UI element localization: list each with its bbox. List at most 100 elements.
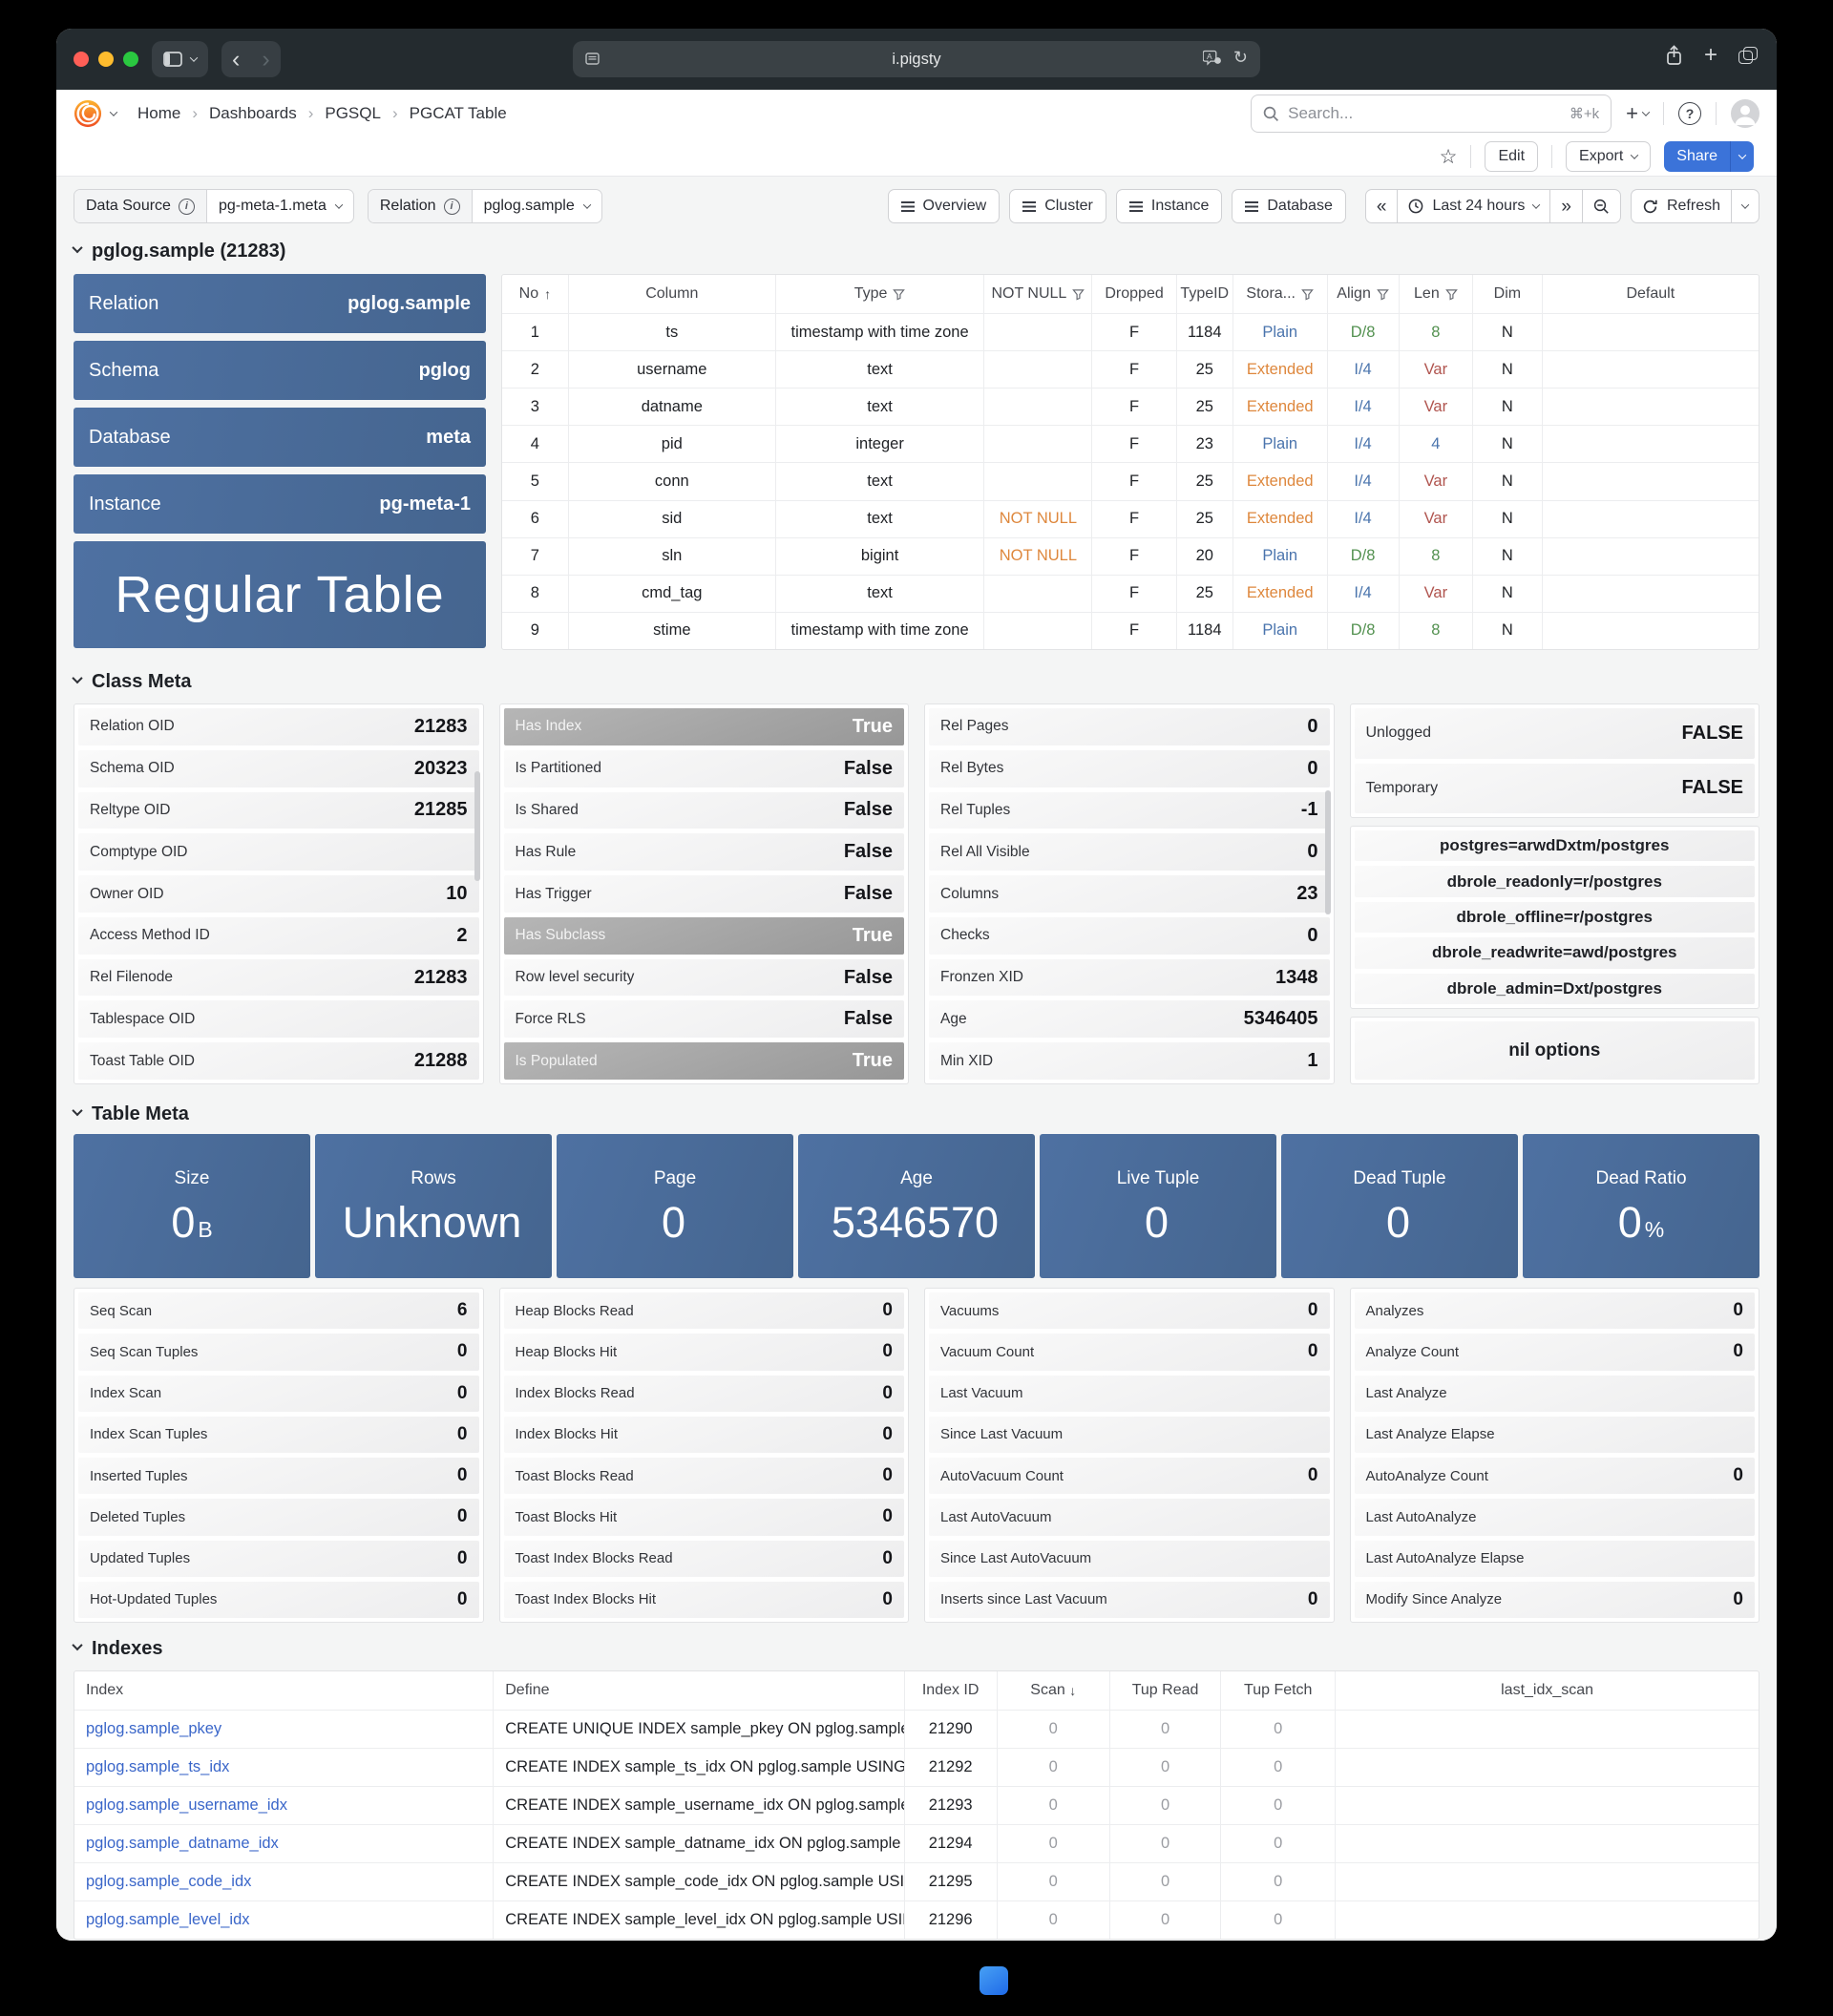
indexid-col-header[interactable]: Index ID [905,1671,998,1710]
acl-panel: postgres=arwdDxtm/postgresdbrole_readonl… [1350,826,1760,1009]
define-col-header[interactable]: Define [494,1671,904,1710]
filter-icon[interactable] [1301,288,1314,301]
section-class-meta[interactable]: Class Meta [74,667,1759,696]
time-shift-back-button[interactable]: « [1366,190,1399,222]
breadcrumb-item[interactable]: PGCAT Table [381,104,507,123]
stat-row: Heap Blocks Read0 [504,1292,905,1329]
index-link[interactable]: pglog.sample_pkey [74,1711,494,1748]
star-icon[interactable]: ☆ [1440,147,1458,167]
chevron-down-icon[interactable] [110,108,117,116]
dashboard-link-button[interactable]: Instance [1116,189,1222,223]
nav-buttons: ‹ › [221,41,281,77]
column-header-notnull[interactable]: NOT NULL [984,275,1092,313]
index-link[interactable]: pglog.sample_datname_idx [74,1825,494,1862]
zoom-window-button[interactable] [123,52,138,67]
index-link[interactable]: pglog.sample_code_idx [74,1863,494,1900]
column-header-type[interactable]: Type [776,275,984,313]
column-header-align[interactable]: Align [1328,275,1400,313]
dashboard-link-button[interactable]: Overview [888,189,1001,223]
tab-overview-icon[interactable] [1738,47,1758,64]
options-value: nil options [1355,1021,1756,1080]
stat-row: Inserts since Last Vacuum0 [929,1582,1330,1618]
export-button[interactable]: Export [1566,141,1651,172]
time-range-button[interactable]: Last 24 hours [1398,190,1550,222]
breadcrumb-item[interactable]: PGSQL [297,104,381,123]
dashboard-links: OverviewCluster Instance Database [878,189,1346,223]
datasource-label: Data Source [86,198,171,215]
breadcrumb-item[interactable]: Dashboards [180,104,296,123]
stat-row: Comptype OID [78,833,479,871]
back-button[interactable]: ‹ [225,48,246,72]
stat-row: Has IndexTrue [504,708,905,746]
stat-row: Seq Scan6 [78,1292,479,1329]
refresh-button[interactable]: Refresh [1632,190,1732,222]
share-button[interactable]: Share [1664,141,1730,172]
big-stat-tile: Dead Tuple 0 [1281,1134,1518,1278]
forward-button[interactable]: › [255,48,276,72]
minimize-window-button[interactable] [98,52,114,67]
lastidxscan-col-header[interactable]: last_idx_scan [1336,1671,1759,1710]
share-menu-button[interactable] [1730,141,1754,172]
column-header-default[interactable]: Default [1543,275,1759,313]
scrollbar[interactable] [474,771,480,881]
index-link[interactable]: pglog.sample_level_idx [74,1901,494,1939]
new-tab-button[interactable]: + [1704,44,1717,67]
help-icon[interactable]: ? [1678,102,1701,125]
column-header-len[interactable]: Len [1400,275,1474,313]
index-row: pglog.sample_code_idx CREATE INDEX sampl… [74,1862,1759,1900]
section-table-meta[interactable]: Table Meta [74,1100,1759,1128]
dock-app-icon[interactable] [980,1966,1008,1995]
stat-row: Modify Since Analyze0 [1355,1582,1756,1618]
index-link[interactable]: pglog.sample_ts_idx [74,1749,494,1786]
address-bar[interactable]: i.pigsty A ↻ [573,41,1260,77]
search-icon [1263,106,1279,122]
breadcrumb: HomeDashboardsPGSQLPGCAT Table [137,104,507,123]
filter-icon[interactable] [893,288,905,301]
grafana-logo[interactable] [74,99,102,128]
scan-col-header[interactable]: Scan ↓ [998,1671,1110,1710]
zoom-out-button[interactable] [1583,190,1620,222]
column-header-no[interactable]: No↑ [502,275,569,313]
tupfetch-col-header[interactable]: Tup Fetch [1221,1671,1336,1710]
search-input[interactable]: Search... ⌘+k [1251,94,1612,133]
acl-entry: dbrole_offline=r/postgres [1355,902,1756,933]
column-header-column[interactable]: Column [569,275,776,313]
filter-icon[interactable] [1377,288,1389,301]
reload-icon[interactable]: ↻ [1233,49,1248,66]
filter-icon[interactable] [1445,288,1458,301]
dashboard-link-button[interactable]: Cluster [1009,189,1106,223]
acl-entry: dbrole_readwrite=awd/postgres [1355,937,1756,968]
index-col-header[interactable]: Index [74,1671,494,1710]
column-header-dim[interactable]: Dim [1473,275,1542,313]
add-button[interactable]: + [1626,101,1649,126]
tupread-col-header[interactable]: Tup Read [1110,1671,1221,1710]
sidebar-toggle-button[interactable] [152,41,208,77]
time-shift-forward-button[interactable]: » [1550,190,1583,222]
chevron-down-icon [1631,151,1638,158]
column-header-typeid[interactable]: TypeID [1177,275,1233,313]
refresh-interval-button[interactable] [1732,190,1759,222]
breadcrumb-item[interactable]: Home [137,104,180,123]
column-header-storage[interactable]: Stora... [1233,275,1328,313]
avatar[interactable] [1731,99,1759,128]
stat-row: Hot-Updated Tuples0 [78,1582,479,1618]
scrollbar[interactable] [1325,790,1331,914]
relation-select[interactable]: pglog.sample [473,190,601,222]
section-indexes[interactable]: Indexes [74,1634,1759,1663]
section-relation[interactable]: pglog.sample (21283) [74,237,1759,265]
stat-row: Force RLSFalse [504,1000,905,1038]
traffic-lights[interactable] [74,52,138,67]
index-link[interactable]: pglog.sample_username_idx [74,1787,494,1824]
svg-text:A: A [1207,52,1212,61]
datasource-select[interactable]: pg-meta-1.meta [207,190,353,222]
filter-icon[interactable] [1072,288,1085,301]
scan-stats-panel: Seq Scan6Seq Scan Tuples0Index Scan0Inde… [74,1288,484,1623]
edit-button[interactable]: Edit [1485,141,1538,172]
refresh-icon [1642,199,1658,215]
share-icon[interactable] [1665,45,1683,66]
translate-icon[interactable]: A [1203,50,1221,66]
menu-icon [1022,201,1036,212]
dashboard-link-button[interactable]: Database [1232,189,1346,223]
column-header-dropped[interactable]: Dropped [1092,275,1176,313]
close-window-button[interactable] [74,52,89,67]
